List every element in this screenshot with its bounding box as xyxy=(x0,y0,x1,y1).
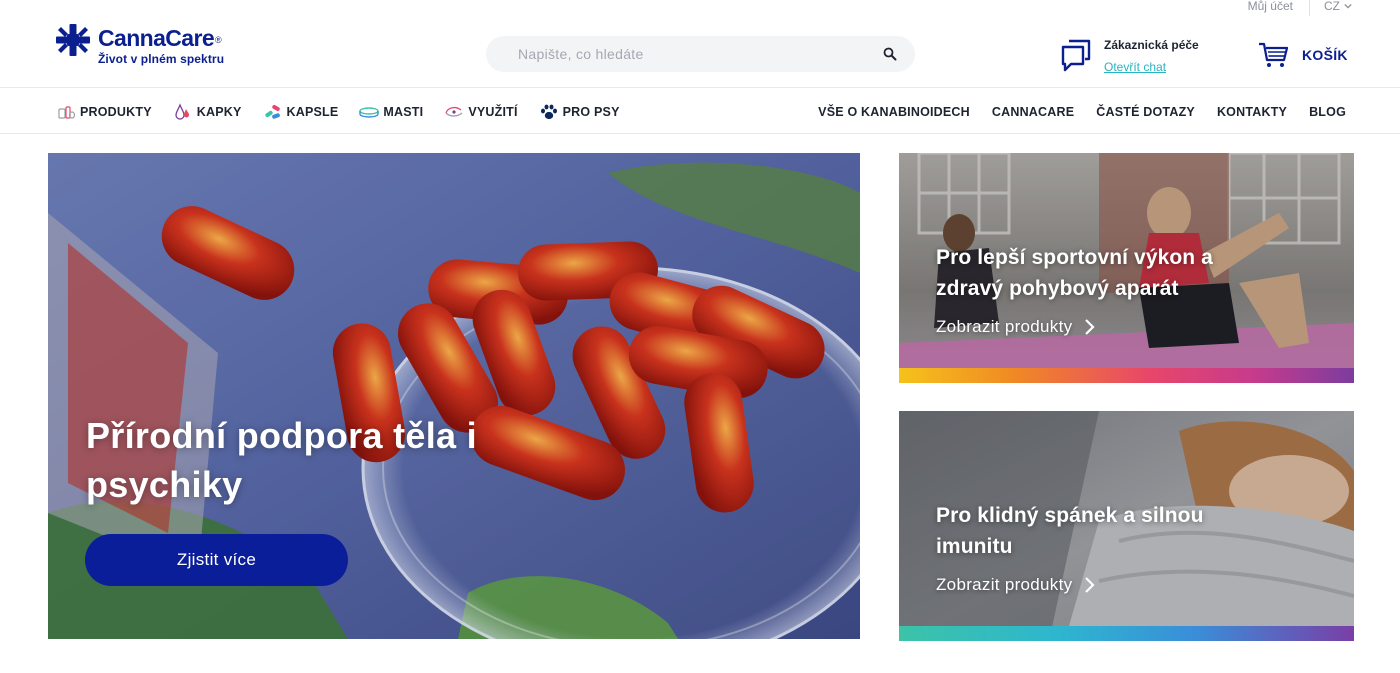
promo-link-label: Zobrazit produkty xyxy=(936,575,1073,594)
nav-categories: PRODUKTY KAPKY KAPSLE MASTI VYUŽITÍ PRO … xyxy=(56,89,620,134)
nav-label: VYUŽITÍ xyxy=(468,104,518,119)
promo-card-sport[interactable]: Pro lepší sportovní výkon a zdravý pohyb… xyxy=(899,153,1354,383)
nav-item-usage[interactable]: VYUŽITÍ xyxy=(444,102,517,122)
chevron-down-icon xyxy=(1344,3,1352,9)
nav-item-drops[interactable]: KAPKY xyxy=(173,102,242,122)
language-label: CZ xyxy=(1324,0,1340,13)
logo-name: CannaCare® xyxy=(98,24,224,52)
customer-care: Zákaznická péče Otevřít chat xyxy=(1060,38,1199,74)
products-icon xyxy=(58,105,76,119)
usage-icon xyxy=(445,106,463,117)
chevron-right-icon xyxy=(1085,319,1095,335)
promo-title-sleep: Pro klidný spánek a silnou imunitu xyxy=(936,504,1204,558)
utility-bar: Můj účet CZ xyxy=(1248,0,1352,16)
chevron-right-icon xyxy=(1085,577,1095,593)
site-logo[interactable]: CannaCare® Život v plném spektru xyxy=(56,24,224,66)
cart-label: KOŠÍK xyxy=(1302,47,1348,63)
nav-link-blog[interactable]: BLOG xyxy=(1309,105,1346,119)
nav-info-links: VŠE O KANABINOIDECH CANNACARE ČASTÉ DOTA… xyxy=(818,89,1346,134)
paw-icon xyxy=(540,104,557,119)
nav-link-cannacare[interactable]: CANNACARE xyxy=(992,105,1074,119)
hero-banner[interactable]: Přírodní podpora těla i psychiky Zjistit… xyxy=(48,153,860,639)
cart-icon xyxy=(1259,42,1288,67)
ointment-icon xyxy=(359,106,380,118)
nav-label: PRO PSY xyxy=(562,104,620,119)
search-icon[interactable] xyxy=(883,47,897,61)
capsules-icon xyxy=(264,104,280,119)
open-chat-link[interactable]: Otevřít chat xyxy=(1104,60,1199,74)
nav-item-ointments[interactable]: MASTI xyxy=(359,102,423,122)
hero-title: Přírodní podpora těla i psychiky xyxy=(86,415,477,505)
nav-link-contacts[interactable]: KONTAKTY xyxy=(1217,105,1287,119)
nav-label: KAPKY xyxy=(196,104,242,119)
search-bar xyxy=(486,36,915,72)
drops-icon xyxy=(175,102,189,120)
registered-mark: ® xyxy=(215,35,222,45)
cart-button[interactable]: KOŠÍK xyxy=(1258,42,1348,68)
nav-label: PRODUKTY xyxy=(80,104,152,119)
nav-item-dogs[interactable]: PRO PSY xyxy=(539,102,620,122)
promo-title-sport: Pro lepší sportovní výkon a zdravý pohyb… xyxy=(936,246,1213,300)
search-input[interactable] xyxy=(518,46,883,62)
chat-bubbles-icon xyxy=(1061,39,1091,72)
language-switcher[interactable]: CZ xyxy=(1310,0,1352,13)
site-header: Můj účet CZ CannaCare® Život v plném spe… xyxy=(0,0,1400,88)
show-products-link-sport[interactable]: Zobrazit produkty xyxy=(936,317,1096,337)
logo-tagline: Život v plném spektru xyxy=(98,52,225,66)
nav-label: MASTI xyxy=(383,104,424,119)
nav-link-faq[interactable]: ČASTÉ DOTAZY xyxy=(1096,105,1195,119)
show-products-link-sleep[interactable]: Zobrazit produkty xyxy=(936,575,1096,595)
nav-link-cannabinoids[interactable]: VŠE O KANABINOIDECH xyxy=(818,105,970,119)
account-link[interactable]: Můj účet xyxy=(1248,0,1309,13)
nav-item-capsules[interactable]: KAPSLE xyxy=(263,102,339,122)
promo-gradient-stripe xyxy=(899,368,1354,383)
customer-care-title: Zákaznická péče xyxy=(1104,38,1199,52)
promo-card-sleep[interactable]: Pro klidný spánek a silnou imunitu Zobra… xyxy=(899,411,1354,641)
logo-wordmark: CannaCare xyxy=(98,25,215,51)
main-navigation: PRODUKTY KAPKY KAPSLE MASTI VYUŽITÍ PRO … xyxy=(0,89,1400,134)
learn-more-button[interactable]: Zjistit více xyxy=(85,534,348,586)
promo-gradient-stripe xyxy=(899,626,1354,641)
promo-link-label: Zobrazit produkty xyxy=(936,317,1073,336)
cannabis-leaf-logo-icon xyxy=(56,24,90,56)
nav-item-products[interactable]: PRODUKTY xyxy=(56,102,152,122)
nav-label: KAPSLE xyxy=(286,104,339,119)
